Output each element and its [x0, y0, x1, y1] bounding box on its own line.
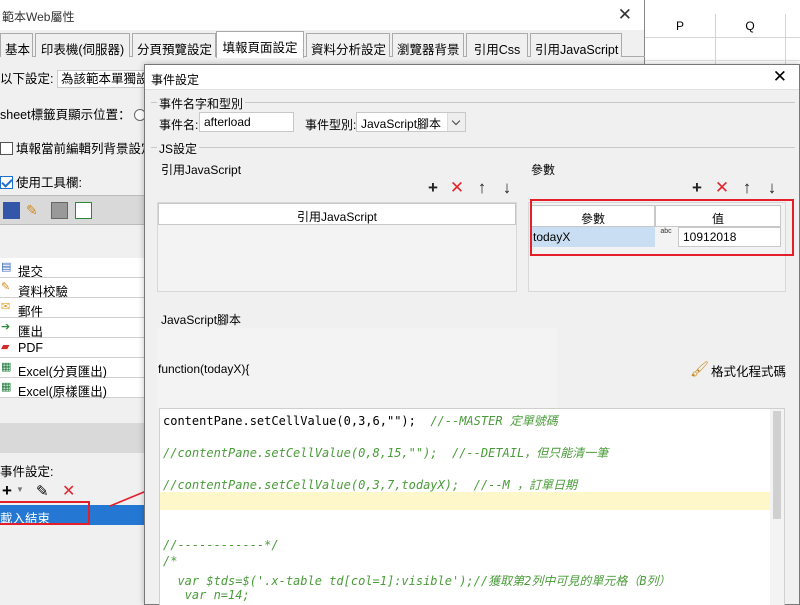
- format-code-button[interactable]: 格式化程式碼: [711, 361, 786, 380]
- js-settings-group: JS設定: [151, 140, 795, 157]
- code-line: contentPane.setCellValue(0,3,6,""); //--…: [163, 414, 558, 428]
- code-editor[interactable]: contentPane.setCellValue(0,3,6,""); //--…: [159, 408, 785, 605]
- event-name-group-caption: 事件名字和型別: [157, 95, 246, 112]
- event-name-label: 事件名:: [159, 118, 199, 132]
- delete-param-icon[interactable]: ✕: [714, 179, 730, 196]
- code-line: //contentPane.setCellValue(0,3,7,todayX)…: [163, 478, 578, 492]
- delete-ref-js-icon[interactable]: ✕: [449, 179, 465, 196]
- code-line: //------------*/: [163, 538, 279, 552]
- dialog-title: 事件設定: [151, 73, 200, 87]
- move-up-ref-js-icon[interactable]: ↑: [474, 179, 490, 196]
- event-name-group: 事件名字和型別: [151, 95, 795, 112]
- event-name-input[interactable]: afterload: [199, 112, 294, 132]
- move-down-param-icon[interactable]: ↓: [764, 179, 780, 196]
- code-line: var n=14;: [163, 588, 250, 602]
- dialog-titlebar: 事件設定 ✕: [145, 65, 799, 90]
- ref-js-caption: 引用JavaScript: [161, 163, 242, 177]
- brush-icon[interactable]: 🖌: [690, 360, 709, 378]
- function-signature: function(todayX){: [158, 362, 250, 376]
- close-icon[interactable]: ✕: [773, 67, 787, 87]
- add-param-icon[interactable]: +: [689, 179, 705, 196]
- script-caption: JavaScript腳本: [161, 313, 242, 327]
- code-line: var $tds=$('.x-table td[col=1]:visible')…: [163, 574, 671, 588]
- ref-js-column-header[interactable]: 引用JavaScript: [158, 203, 516, 225]
- move-down-ref-js-icon[interactable]: ↓: [499, 179, 515, 196]
- highlight-box-params: [530, 199, 794, 256]
- code-scrollbar[interactable]: [770, 409, 784, 605]
- current-line-highlight: [160, 492, 772, 510]
- code-line: /*: [163, 554, 178, 568]
- ref-js-table: 引用JavaScript: [157, 202, 517, 292]
- event-type-value: JavaScript腳本: [361, 117, 442, 131]
- event-type-select[interactable]: JavaScript腳本: [356, 112, 466, 132]
- event-settings-dialog: 事件設定 ✕ 事件名字和型別 事件名: afterload 事件型別: Java…: [144, 64, 800, 605]
- chevron-down-icon[interactable]: [447, 113, 465, 131]
- scrollbar-thumb[interactable]: [773, 411, 781, 519]
- code-line: //contentPane.setCellValue(0,8,15,""); /…: [163, 446, 609, 460]
- js-settings-caption: JS設定: [157, 140, 200, 157]
- move-up-param-icon[interactable]: ↑: [739, 179, 755, 196]
- function-signature-area: function(todayX){: [157, 328, 557, 408]
- add-ref-js-icon[interactable]: +: [425, 179, 441, 196]
- params-caption: 參數: [531, 163, 556, 177]
- event-type-label: 事件型別:: [305, 118, 357, 132]
